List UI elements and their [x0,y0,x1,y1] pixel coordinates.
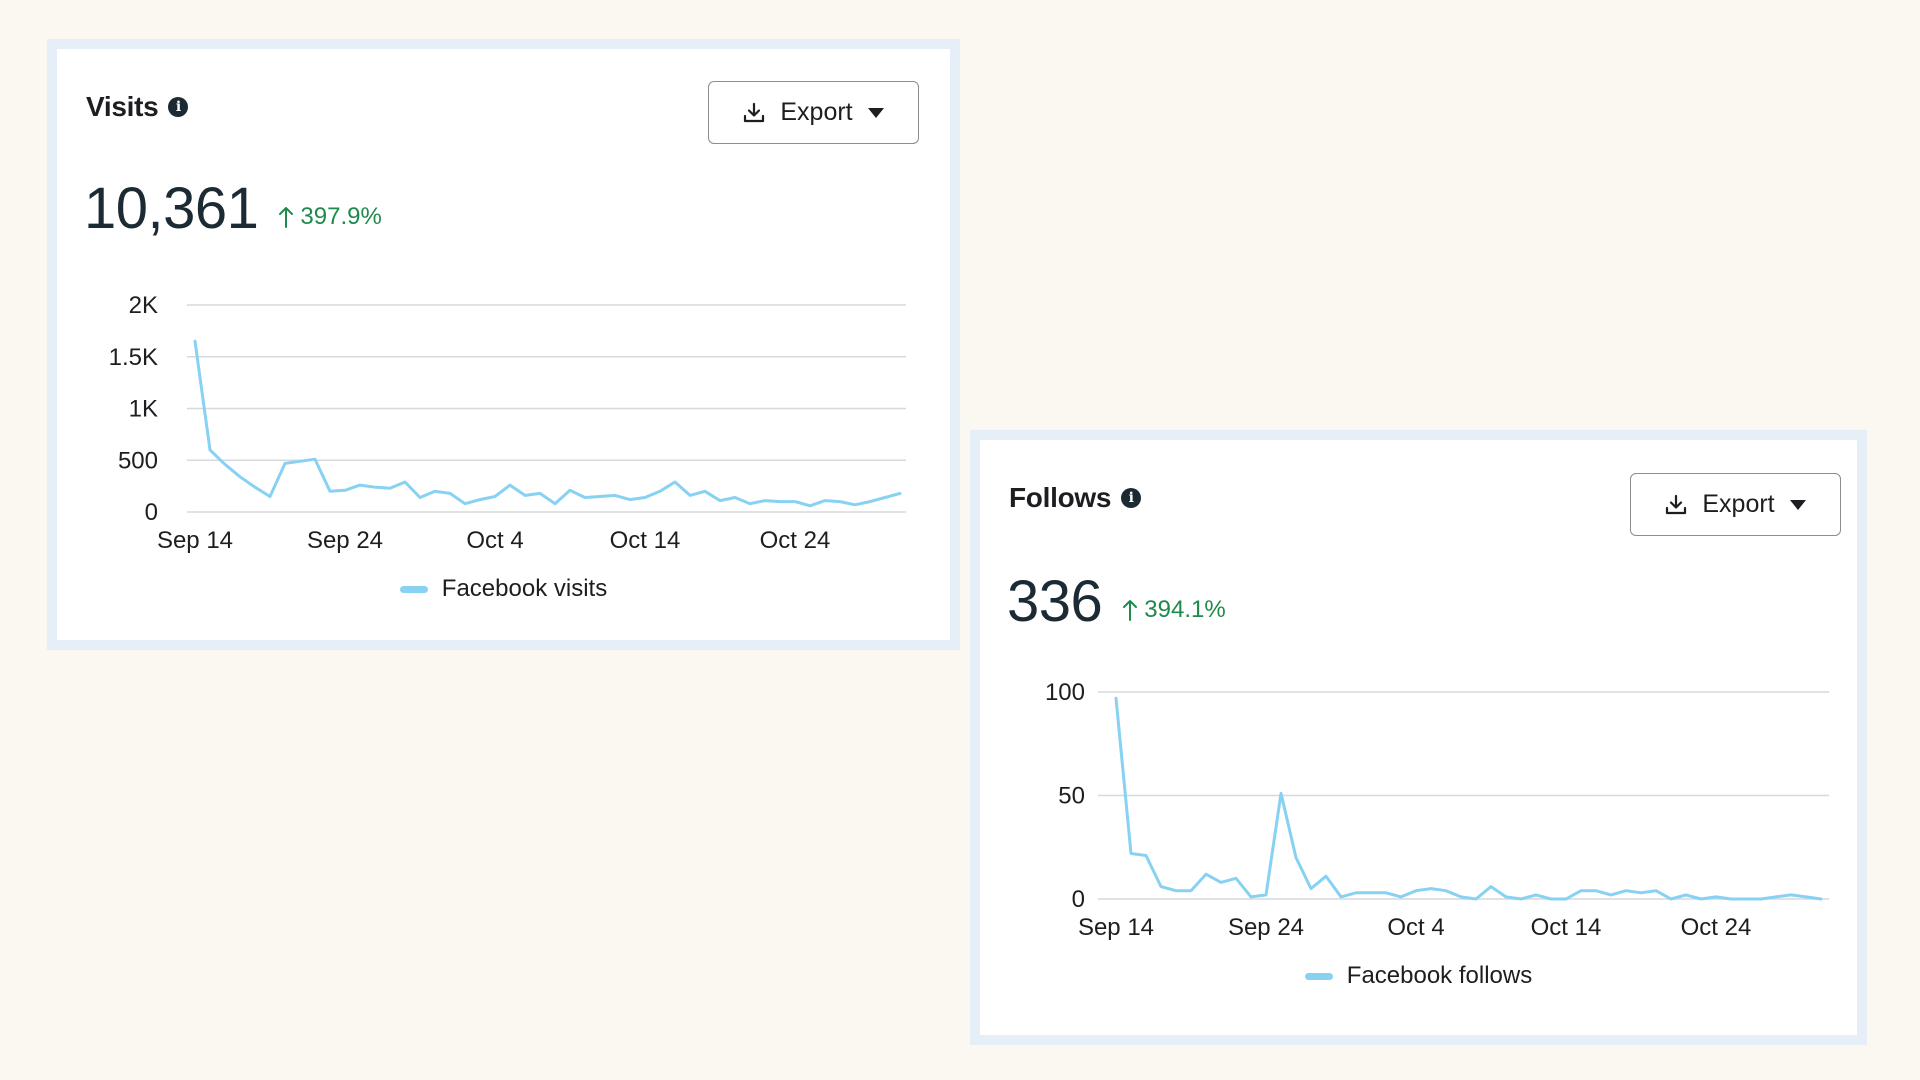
follows-x-tick-label: Sep 14 [1078,914,1154,941]
visits-legend-label: Facebook visits [441,575,608,602]
follows-line-chart: 0 50 100 Sep 14 Sep 24 Oct 4 Oct 14 Oct 24 [1045,679,1829,941]
follows-legend-label: Facebook follows [1346,962,1533,989]
visits-y-tick-label: 0 [145,499,158,526]
visits-x-tick-label: Oct 24 [760,527,831,554]
legend-swatch [399,585,428,593]
follows-x-tick-label: Oct 24 [1681,914,1752,941]
follows-x-tick-label: Oct 14 [1531,914,1602,941]
follows-legend: Facebook follows [980,962,1857,990]
visits-y-tick-label: 1.5K [109,344,158,371]
visits-x-tick-label: Oct 14 [610,527,681,554]
visits-y-tick-label: 2K [129,292,158,319]
visits-x-tick-label: Sep 24 [307,527,383,554]
visits-legend: Facebook visits [57,575,950,603]
follows-x-tick-label: Oct 4 [1387,914,1444,941]
visits-x-tick-label: Sep 14 [157,527,233,554]
visits-x-tick-label: Oct 4 [466,527,523,554]
visits-y-tick-label: 500 [118,447,158,474]
follows-y-tick-label: 100 [1045,679,1085,706]
visits-line-chart: 0 500 1K 1.5K 2K Sep 14 Sep 24 Oct 4 Oct 14 Oct 2… [109,292,906,554]
follows-x-tick-label: Sep 24 [1228,914,1304,941]
follows-y-tick-label: 0 [1072,886,1085,913]
legend-swatch [1304,972,1333,980]
visits-card: Visits i Export 10,361 397.9% 0 500 1K 1.5K… [57,49,950,640]
follows-series-line [1114,696,1823,901]
follows-y-tick-label: 50 [1058,783,1085,810]
follows-card-frame: Follows i Export 336 394.1% 0 50 100 Sep 14… [970,430,1867,1045]
visits-y-tick-label: 1K [129,396,158,423]
visits-series-line [193,339,902,508]
follows-card: Follows i Export 336 394.1% 0 50 100 Sep 14… [980,440,1857,1035]
visits-card-frame: Visits i Export 10,361 397.9% 0 500 1K 1.5K… [47,39,960,650]
